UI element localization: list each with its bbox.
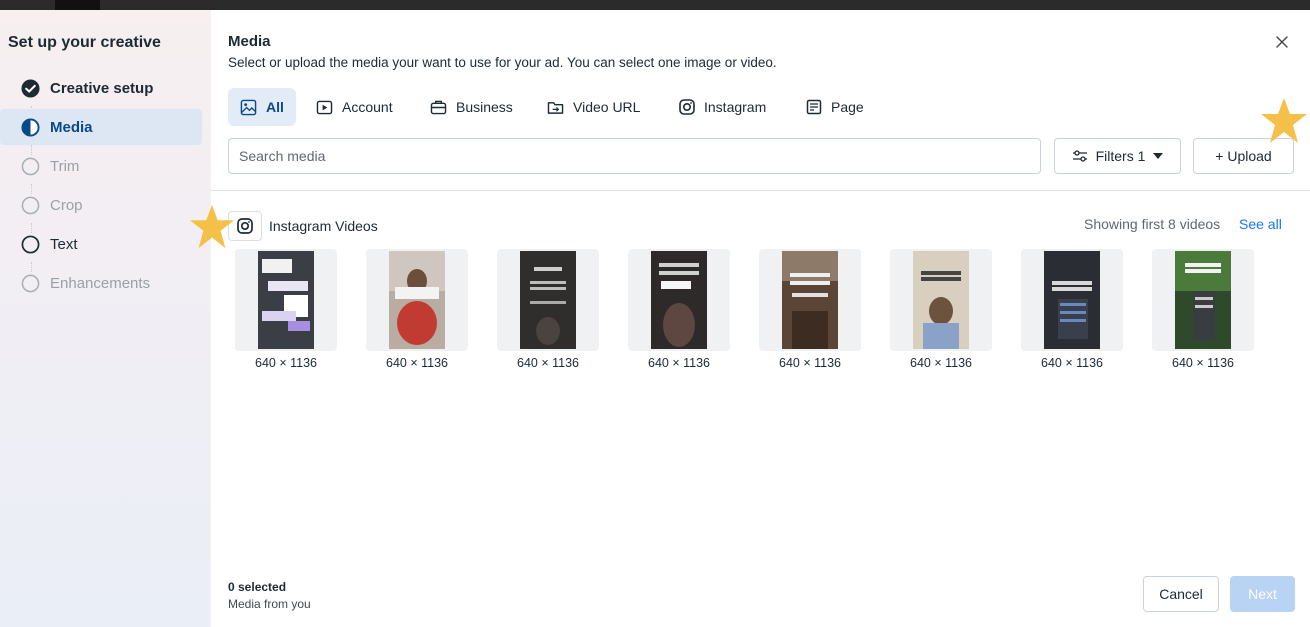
empty-circle-icon <box>21 235 40 253</box>
step-label: Text <box>50 235 78 253</box>
browser-top-bar <box>0 0 1310 10</box>
tab-label: Business <box>456 99 513 115</box>
video-dimensions: 640 × 1136 <box>648 356 710 370</box>
step-creative-setup[interactable]: Creative setup <box>0 70 202 106</box>
video-dimensions: 640 × 1136 <box>386 356 448 370</box>
image-icon <box>240 99 257 115</box>
thumbnail-frame[interactable] <box>497 249 599 351</box>
video-thumbnail[interactable]: 640 × 1136 <box>890 249 992 370</box>
video-thumbnail[interactable]: 640 × 1136 <box>1021 249 1123 370</box>
search-input[interactable] <box>228 138 1041 174</box>
caret-down-icon <box>1153 153 1164 159</box>
section-divider <box>211 190 1310 191</box>
tab-video-url[interactable]: Video URL <box>535 88 652 126</box>
video-preview-image <box>1175 251 1231 349</box>
selection-count: 0 selected <box>228 580 287 594</box>
instagram-icon <box>237 218 253 234</box>
instagram-icon <box>679 99 695 115</box>
link-icon <box>547 101 564 114</box>
thumbnail-frame[interactable] <box>890 249 992 351</box>
sidebar-title: Set up your creative <box>8 34 161 51</box>
video-thumbnail[interactable]: 640 × 1136 <box>366 249 468 370</box>
video-thumbnail[interactable]: 640 × 1136 <box>1152 249 1254 370</box>
tab-all[interactable]: All <box>228 88 296 126</box>
tab-label: All <box>266 99 284 115</box>
video-preview-image <box>651 251 707 349</box>
half-circle-icon <box>21 117 40 137</box>
video-thumbnail[interactable]: 640 × 1136 <box>759 249 861 370</box>
video-dimensions: 640 × 1136 <box>910 356 972 370</box>
video-dimensions: 640 × 1136 <box>517 356 579 370</box>
tab-label: Video URL <box>573 99 641 115</box>
top-bar-dark-segment <box>55 0 100 10</box>
upload-label: + Upload <box>1215 148 1272 164</box>
page-icon <box>806 99 822 115</box>
tab-account[interactable]: Account <box>304 88 405 126</box>
step-text[interactable]: Text <box>0 226 202 262</box>
step-enhancements[interactable]: Enhancements <box>0 265 202 301</box>
tab-label: Account <box>342 99 393 115</box>
tab-instagram[interactable]: Instagram <box>667 88 778 126</box>
see-all-link[interactable]: See all <box>1239 216 1282 232</box>
section-title: Instagram Videos <box>269 218 378 234</box>
close-icon[interactable] <box>1274 34 1290 50</box>
video-preview-image <box>258 251 314 349</box>
step-label: Enhancements <box>50 274 151 292</box>
video-dimensions: 640 × 1136 <box>779 356 841 370</box>
step-label: Creative setup <box>50 79 154 97</box>
cancel-label: Cancel <box>1159 586 1203 602</box>
video-dimensions: 640 × 1136 <box>255 356 317 370</box>
thumbnail-frame[interactable] <box>366 249 468 351</box>
panel-subtitle: Select or upload the media your want to … <box>228 55 777 70</box>
video-dimensions: 640 × 1136 <box>1172 356 1234 370</box>
creative-steps-sidebar: Set up your creative Creative setup Medi… <box>0 10 210 627</box>
filters-button[interactable]: Filters 1 <box>1054 138 1181 174</box>
video-thumbnail[interactable]: 640 × 1136 <box>497 249 599 370</box>
tab-page[interactable]: Page <box>794 88 876 126</box>
step-label: Media <box>50 118 93 136</box>
thumbnail-frame[interactable] <box>759 249 861 351</box>
highlight-star-icon <box>1261 98 1307 143</box>
step-label: Crop <box>50 196 83 214</box>
thumbnail-frame[interactable] <box>628 249 730 351</box>
next-label: Next <box>1248 586 1277 602</box>
video-count-text: Showing first 8 videos <box>1084 216 1221 232</box>
thumbnail-frame[interactable] <box>1152 249 1254 351</box>
video-dimensions: 640 × 1136 <box>1041 356 1103 370</box>
sliders-icon <box>1072 150 1087 162</box>
video-icon <box>316 100 333 114</box>
filters-label: Filters 1 <box>1095 148 1146 164</box>
empty-circle-icon <box>21 196 40 214</box>
tab-business[interactable]: Business <box>418 88 525 126</box>
media-panel: Media Select or upload the media your wa… <box>211 10 1310 627</box>
next-button[interactable]: Next <box>1230 576 1295 612</box>
briefcase-icon <box>430 100 447 114</box>
media-source-label: Media from you <box>228 597 311 611</box>
step-label: Trim <box>50 157 80 175</box>
video-thumbnail[interactable]: 640 × 1136 <box>628 249 730 370</box>
empty-circle-icon <box>21 157 40 175</box>
check-circle-icon <box>21 78 40 98</box>
step-media[interactable]: Media <box>0 109 202 145</box>
video-thumbnail[interactable]: 640 × 1136 <box>235 249 337 370</box>
tab-label: Page <box>831 99 864 115</box>
step-crop[interactable]: Crop <box>0 187 202 223</box>
step-trim[interactable]: Trim <box>0 148 202 184</box>
video-preview-image <box>389 251 445 349</box>
panel-title: Media <box>228 33 271 50</box>
thumbnail-frame[interactable] <box>1021 249 1123 351</box>
video-preview-image <box>520 251 576 349</box>
video-preview-image <box>913 251 969 349</box>
cancel-button[interactable]: Cancel <box>1143 576 1219 612</box>
empty-circle-icon <box>21 274 40 292</box>
video-preview-image <box>782 251 838 349</box>
tab-label: Instagram <box>704 99 767 115</box>
video-preview-image <box>1044 251 1100 349</box>
thumbnail-frame[interactable] <box>235 249 337 351</box>
highlight-star-icon <box>189 204 235 249</box>
